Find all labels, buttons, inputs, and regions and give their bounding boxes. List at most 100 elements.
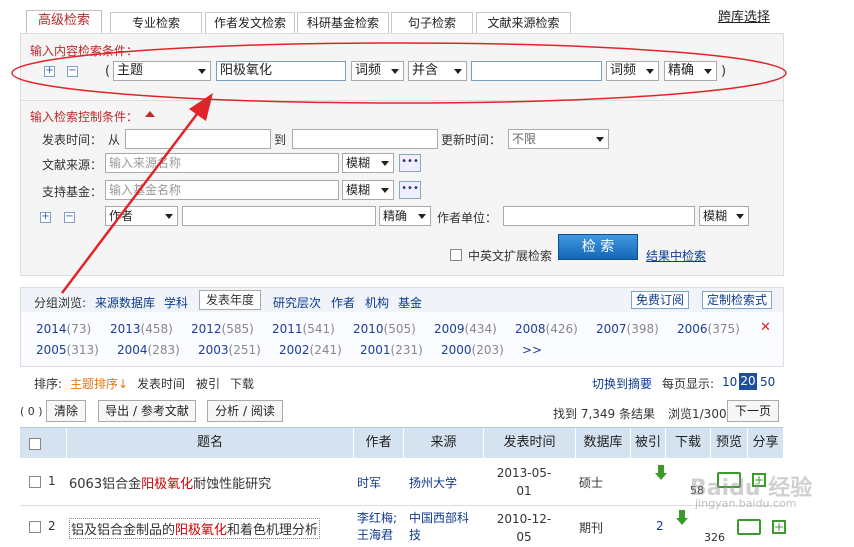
sort-pub-time[interactable]: 发表时间 bbox=[137, 375, 185, 392]
row-title-link[interactable]: 铝及铝合金制品的阳极氧化和着色机理分析 bbox=[69, 518, 321, 539]
year-2008[interactable]: 2008(426) bbox=[515, 322, 578, 336]
panel-divider bbox=[20, 100, 784, 101]
date-to-input[interactable] bbox=[292, 129, 438, 149]
row-source[interactable]: 中国西部科技 bbox=[409, 510, 471, 544]
tab-fund-search[interactable]: 科研基金检索 bbox=[297, 12, 389, 34]
match-select[interactable]: 精确 bbox=[664, 61, 717, 81]
row-checkbox[interactable] bbox=[29, 521, 41, 533]
sort-topic[interactable]: 主题排序↓ bbox=[70, 375, 128, 392]
results-table-header: 题名 作者 来源 发表时间 数据库 被引 下载 预览 分享 bbox=[20, 427, 783, 459]
content-conditions-label: 输入内容检索条件： bbox=[30, 44, 139, 58]
add-row-icon[interactable]: + bbox=[44, 66, 55, 77]
switch-abstract-link[interactable]: 切换到摘要 bbox=[592, 375, 652, 392]
group-item-level[interactable]: 研究层次 bbox=[273, 294, 321, 311]
to-label: 到 bbox=[274, 133, 287, 147]
per-page-20[interactable]: 20 bbox=[739, 373, 757, 390]
col-share: 分享 bbox=[747, 428, 783, 459]
group-item-author[interactable]: 作者 bbox=[331, 294, 355, 311]
year-2003[interactable]: 2003(251) bbox=[198, 343, 261, 357]
fund-more-button[interactable]: ••• bbox=[399, 181, 421, 199]
add-author-row-icon[interactable]: + bbox=[40, 212, 51, 223]
from-label: 从 bbox=[108, 133, 121, 147]
source-input[interactable]: 输入来源名称 bbox=[105, 153, 339, 173]
tab-source-search[interactable]: 文献来源检索 bbox=[476, 12, 571, 34]
custom-search-button[interactable]: 定制检索式 bbox=[702, 291, 772, 309]
search-term-input[interactable]: 阳极氧化 bbox=[216, 61, 346, 81]
year-2001[interactable]: 2001(231) bbox=[360, 343, 423, 357]
per-page-10[interactable]: 10 bbox=[722, 375, 737, 389]
clear-button[interactable]: 清除 bbox=[46, 400, 86, 422]
tab-advanced-search[interactable]: 高级检索 bbox=[26, 10, 102, 34]
unit-match-select[interactable]: 模糊 bbox=[699, 206, 749, 226]
author-match-select[interactable]: 精确 bbox=[379, 206, 431, 226]
year-2007[interactable]: 2007(398) bbox=[596, 322, 659, 336]
select-all-checkbox[interactable] bbox=[29, 438, 41, 450]
download-icon[interactable] bbox=[655, 465, 667, 481]
search-button[interactable]: 检 索 bbox=[558, 234, 638, 260]
update-time-label: 更新时间： bbox=[441, 133, 502, 147]
row-source[interactable]: 扬州大学 bbox=[409, 474, 457, 491]
more-years-link[interactable]: >> bbox=[522, 343, 542, 357]
free-subscribe-button[interactable]: 免费订阅 bbox=[631, 291, 689, 309]
table-row: 2 铝及铝合金制品的阳极氧化和着色机理分析 李红梅;王海君 中国西部科技 201… bbox=[20, 507, 786, 547]
year-2011[interactable]: 2011(541) bbox=[272, 322, 335, 336]
row-author[interactable]: 时军 bbox=[357, 474, 381, 491]
fund-match-select[interactable]: 模糊 bbox=[342, 180, 394, 200]
per-page-50[interactable]: 50 bbox=[760, 375, 775, 389]
year-2009[interactable]: 2009(434) bbox=[434, 322, 497, 336]
preview-book-icon[interactable] bbox=[737, 519, 761, 535]
fund-input[interactable]: 输入基金名称 bbox=[105, 180, 339, 200]
logic-select[interactable]: 并含 bbox=[408, 61, 467, 81]
group-item-fund[interactable]: 基金 bbox=[398, 294, 422, 311]
sort-cited[interactable]: 被引 bbox=[196, 375, 220, 392]
collapse-arrow-icon[interactable] bbox=[145, 111, 155, 117]
year-2006[interactable]: 2006(375) bbox=[677, 322, 740, 336]
result-count: 找到 7,349 条结果 bbox=[553, 407, 655, 421]
download-icon[interactable] bbox=[676, 510, 688, 526]
year-2004[interactable]: 2004(283) bbox=[117, 343, 180, 357]
cross-db-select-link[interactable]: 跨库选择 bbox=[718, 6, 770, 25]
author-field-select[interactable]: 作者 bbox=[105, 206, 178, 226]
row-cited[interactable]: 2 bbox=[656, 519, 664, 533]
within-results-link[interactable]: 结果中检索 bbox=[646, 247, 706, 264]
group-item-org[interactable]: 机构 bbox=[365, 294, 389, 311]
year-2012[interactable]: 2012(585) bbox=[191, 322, 254, 336]
col-source: 来源 bbox=[403, 428, 483, 459]
next-page-button[interactable]: 下一页 bbox=[727, 400, 779, 422]
tab-professional-search[interactable]: 专业检索 bbox=[110, 12, 202, 34]
author-input[interactable] bbox=[182, 206, 376, 226]
export-button[interactable]: 导出 / 参考文献 bbox=[98, 400, 196, 422]
year-2005[interactable]: 2005(313) bbox=[36, 343, 99, 357]
group-item-source-db[interactable]: 来源数据库 bbox=[95, 294, 155, 311]
sort-download[interactable]: 下载 bbox=[230, 375, 254, 392]
tab-sentence-search[interactable]: 句子检索 bbox=[391, 12, 473, 34]
field-select[interactable]: 主题 bbox=[113, 61, 211, 81]
close-group-icon[interactable]: ✕ bbox=[760, 320, 771, 335]
search-term-input-2[interactable] bbox=[471, 61, 602, 81]
ext-search-checkbox[interactable] bbox=[450, 249, 462, 261]
tab-author-search[interactable]: 作者发文检索 bbox=[205, 12, 295, 34]
year-2000[interactable]: 2000(203) bbox=[441, 343, 504, 357]
author-unit-input[interactable] bbox=[503, 206, 695, 226]
year-2013[interactable]: 2013(458) bbox=[110, 322, 173, 336]
source-match-select[interactable]: 模糊 bbox=[342, 153, 394, 173]
year-2010[interactable]: 2010(505) bbox=[353, 322, 416, 336]
year-2014[interactable]: 2014(73) bbox=[36, 322, 91, 336]
freq-select[interactable]: 词频 bbox=[351, 61, 404, 81]
freq-select-2[interactable]: 词频 bbox=[606, 61, 659, 81]
per-page-label: 每页显示: bbox=[662, 377, 715, 391]
remove-author-row-icon[interactable]: − bbox=[64, 212, 75, 223]
row-author[interactable]: 李红梅;王海君 bbox=[357, 510, 401, 544]
row-checkbox[interactable] bbox=[29, 476, 41, 488]
group-item-subject[interactable]: 学科 bbox=[164, 294, 188, 311]
row-title-link[interactable]: 6063铝合金阳极氧化耐蚀性能研究 bbox=[69, 473, 271, 492]
share-plus-icon[interactable]: + bbox=[772, 520, 786, 534]
year-2002[interactable]: 2002(241) bbox=[279, 343, 342, 357]
row-download-count: 326 bbox=[704, 531, 725, 544]
source-more-button[interactable]: ••• bbox=[399, 154, 421, 172]
date-from-input[interactable] bbox=[125, 129, 271, 149]
update-time-select[interactable]: 不限 bbox=[508, 129, 609, 149]
analysis-button[interactable]: 分析 / 阅读 bbox=[207, 400, 283, 422]
group-item-pub-year[interactable]: 发表年度 bbox=[199, 290, 261, 310]
remove-row-icon[interactable]: − bbox=[67, 66, 78, 77]
